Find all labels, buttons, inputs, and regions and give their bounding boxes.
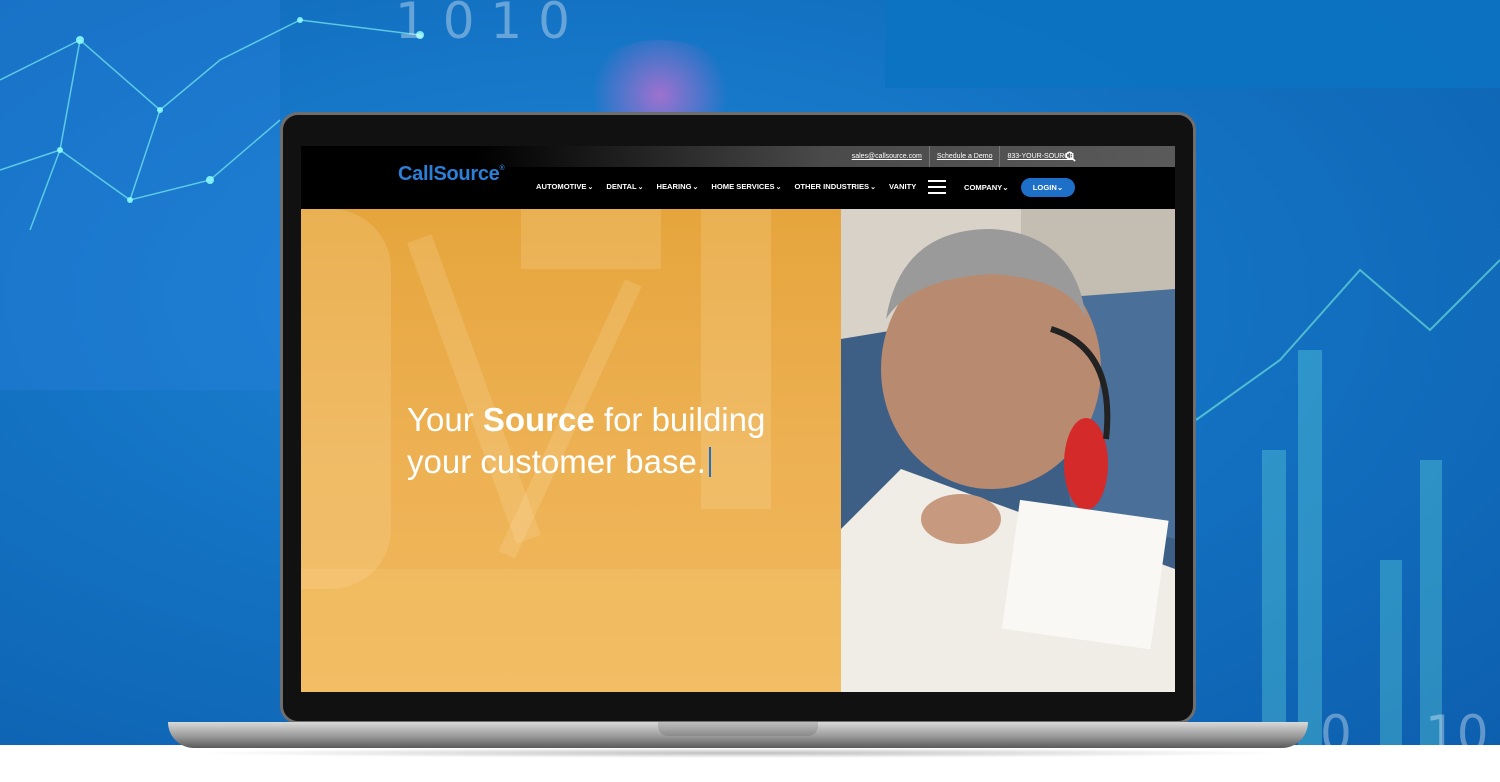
laptop-shadow bbox=[190, 748, 1290, 758]
nav-item-company[interactable]: COMPANY⌄ bbox=[964, 183, 1009, 192]
hero-photo-woodworker bbox=[841, 209, 1175, 692]
nav-item-dental[interactable]: DENTAL⌄ bbox=[606, 182, 643, 191]
email-link[interactable]: sales@callsource.com bbox=[845, 146, 929, 167]
nav-label: OTHER INDUSTRIES bbox=[794, 182, 870, 191]
nav-label: VANITY bbox=[889, 182, 917, 191]
background-digits: 10 bbox=[1425, 705, 1489, 745]
chevron-down-icon: ⌄ bbox=[1002, 183, 1009, 192]
schedule-demo-link[interactable]: Schedule a Demo bbox=[928, 146, 1000, 167]
nav-item-hearing[interactable]: HEARING⌄ bbox=[656, 182, 698, 191]
chevron-down-icon: ⌄ bbox=[870, 184, 876, 191]
website-screen: sales@callsource.com Schedule a Demo 833… bbox=[301, 146, 1175, 692]
headline-text: Your bbox=[407, 401, 483, 438]
nav-item-other-industries[interactable]: OTHER INDUSTRIES⌄ bbox=[794, 182, 876, 191]
chevron-down-icon: ⌄ bbox=[587, 184, 594, 191]
registered-mark: ® bbox=[499, 165, 505, 172]
headline-text: your customer base. bbox=[407, 443, 706, 480]
woodworker-photo bbox=[841, 209, 1175, 692]
login-button[interactable]: LOGIN⌄ bbox=[1021, 178, 1075, 197]
nav-label: HOME SERVICES bbox=[711, 182, 775, 191]
nav-item-automotive[interactable]: AUTOMOTIVE⌄ bbox=[536, 182, 593, 191]
nav-item-vanity[interactable]: VANITY bbox=[889, 182, 916, 191]
hero-section: Your Source for building your customer b… bbox=[301, 209, 1175, 692]
utility-links: sales@callsource.com Schedule a Demo 833… bbox=[845, 146, 1081, 167]
chevron-down-icon: ⌄ bbox=[637, 184, 644, 191]
chevron-down-icon: ⌄ bbox=[775, 184, 782, 191]
laptop-notch bbox=[658, 722, 818, 736]
background-digits: 0 bbox=[1320, 705, 1352, 745]
typing-cursor bbox=[708, 447, 711, 477]
callsource-logo[interactable]: CallSource® bbox=[398, 163, 505, 186]
hamburger-menu-icon[interactable] bbox=[928, 180, 946, 194]
logo-text: CallSource bbox=[398, 163, 500, 185]
chevron-down-icon: ⌄ bbox=[692, 184, 699, 191]
login-label: LOGIN bbox=[1032, 183, 1057, 192]
nav-label: AUTOMOTIVE bbox=[536, 182, 587, 191]
nav-label: DENTAL bbox=[606, 182, 637, 191]
search-icon[interactable] bbox=[1065, 151, 1076, 162]
background-digits: 1 0 1 0 bbox=[395, 0, 570, 50]
nav-items: AUTOMOTIVE⌄ DENTAL⌄ HEARING⌄ HOME SERVIC… bbox=[536, 182, 929, 191]
chevron-down-icon: ⌄ bbox=[1056, 183, 1064, 192]
nav-item-home-services[interactable]: HOME SERVICES⌄ bbox=[711, 182, 781, 191]
nav-label: COMPANY bbox=[964, 183, 1003, 192]
hero-headline: Your Source for building your customer b… bbox=[407, 399, 765, 483]
nav-label: HEARING bbox=[656, 182, 692, 191]
headline-bold-text: Source bbox=[482, 401, 595, 438]
headline-text: for building bbox=[594, 401, 766, 438]
